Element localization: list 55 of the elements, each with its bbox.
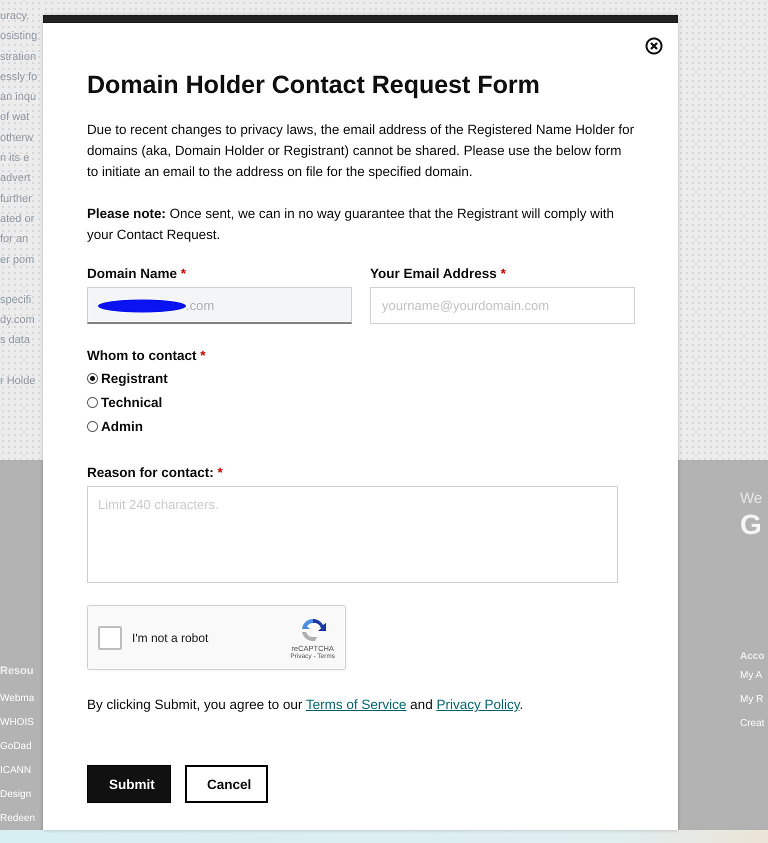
captcha-checkbox[interactable]	[98, 626, 122, 650]
background-text: an inqu	[0, 90, 36, 106]
required-asterisk: *	[218, 465, 223, 480]
close-icon[interactable]	[645, 37, 663, 55]
background-text: stration	[0, 50, 36, 65]
required-asterisk: *	[200, 348, 206, 363]
background-text: ated or	[0, 212, 34, 227]
background-text: of wat	[0, 110, 30, 126]
field-label: Reason for contact: *	[87, 465, 224, 480]
footer-heading: Acco	[740, 651, 766, 662]
background-text: specifi	[0, 292, 32, 308]
radio-button[interactable]	[87, 420, 98, 432]
footer-link[interactable]: Creat	[740, 718, 764, 734]
radio-label: Admin	[101, 418, 143, 434]
background-text: uracy.	[0, 9, 30, 24]
privacy-link[interactable]: Privacy Policy	[436, 697, 520, 712]
radio-label: Registrant	[101, 370, 168, 386]
background-text: essly fo	[0, 70, 38, 85]
background-text: otherw	[0, 130, 34, 146]
email-field[interactable]: yourname@yourdomain.com	[370, 287, 635, 324]
footer-link[interactable]: ICANN	[0, 765, 32, 781]
background-text: further	[0, 192, 32, 207]
background-text: for an	[0, 232, 28, 248]
background-text: osisting	[0, 29, 38, 44]
note-text: Please note: Once sent, we can in no way guarantee that the Registrant will comply with your Contact Request.	[87, 205, 615, 244]
field-label: Your Email Address *	[370, 266, 507, 281]
footer-link[interactable]: GoDad	[0, 741, 32, 757]
footer-link[interactable]: Redeen	[0, 813, 36, 829]
background-text: s data	[0, 333, 30, 348]
logo-letter: G	[740, 511, 763, 539]
intro-text: Due to recent changes to privacy laws, the email address of the Registered Name Holder for domains (aka, Domain Holder or Registrant) cannot be shared. Please use the below form to initiate an email to the address on file for the specified domain.	[87, 121, 635, 181]
footer-link[interactable]: Webma	[0, 693, 34, 709]
background-text: r Holde	[0, 374, 36, 389]
radio-button[interactable]	[87, 396, 98, 408]
footer-link[interactable]: WHOIS	[0, 717, 34, 733]
background-text: er pom	[0, 252, 34, 268]
required-asterisk: *	[500, 266, 506, 281]
footer-heading: Resou	[0, 665, 35, 677]
footer-link[interactable]: My A	[740, 670, 762, 686]
field-label: Domain Name *	[87, 266, 188, 281]
required-asterisk: *	[180, 266, 186, 281]
submit-button[interactable]: Submit	[87, 765, 171, 803]
radio-label: Technical	[101, 394, 162, 410]
footer-link[interactable]: Design	[0, 789, 32, 805]
background-text: dy.com	[0, 313, 35, 328]
dialog-title: Domain Holder Contact Request Form	[87, 71, 541, 100]
background-text: n its e	[0, 151, 30, 166]
cancel-button[interactable]: Cancel	[185, 765, 268, 803]
footer-link[interactable]: My R	[740, 694, 764, 710]
field-label: Whom to contact *	[87, 348, 207, 363]
consent-text: By clicking Submit, you agree to our Terms of Service and Privacy Policy.	[87, 697, 524, 712]
captcha-label: I'm not a robot	[132, 630, 210, 644]
radio-button[interactable]	[87, 372, 98, 384]
terms-link[interactable]: Terms of Service	[306, 697, 406, 712]
background-text: advert	[0, 171, 31, 186]
